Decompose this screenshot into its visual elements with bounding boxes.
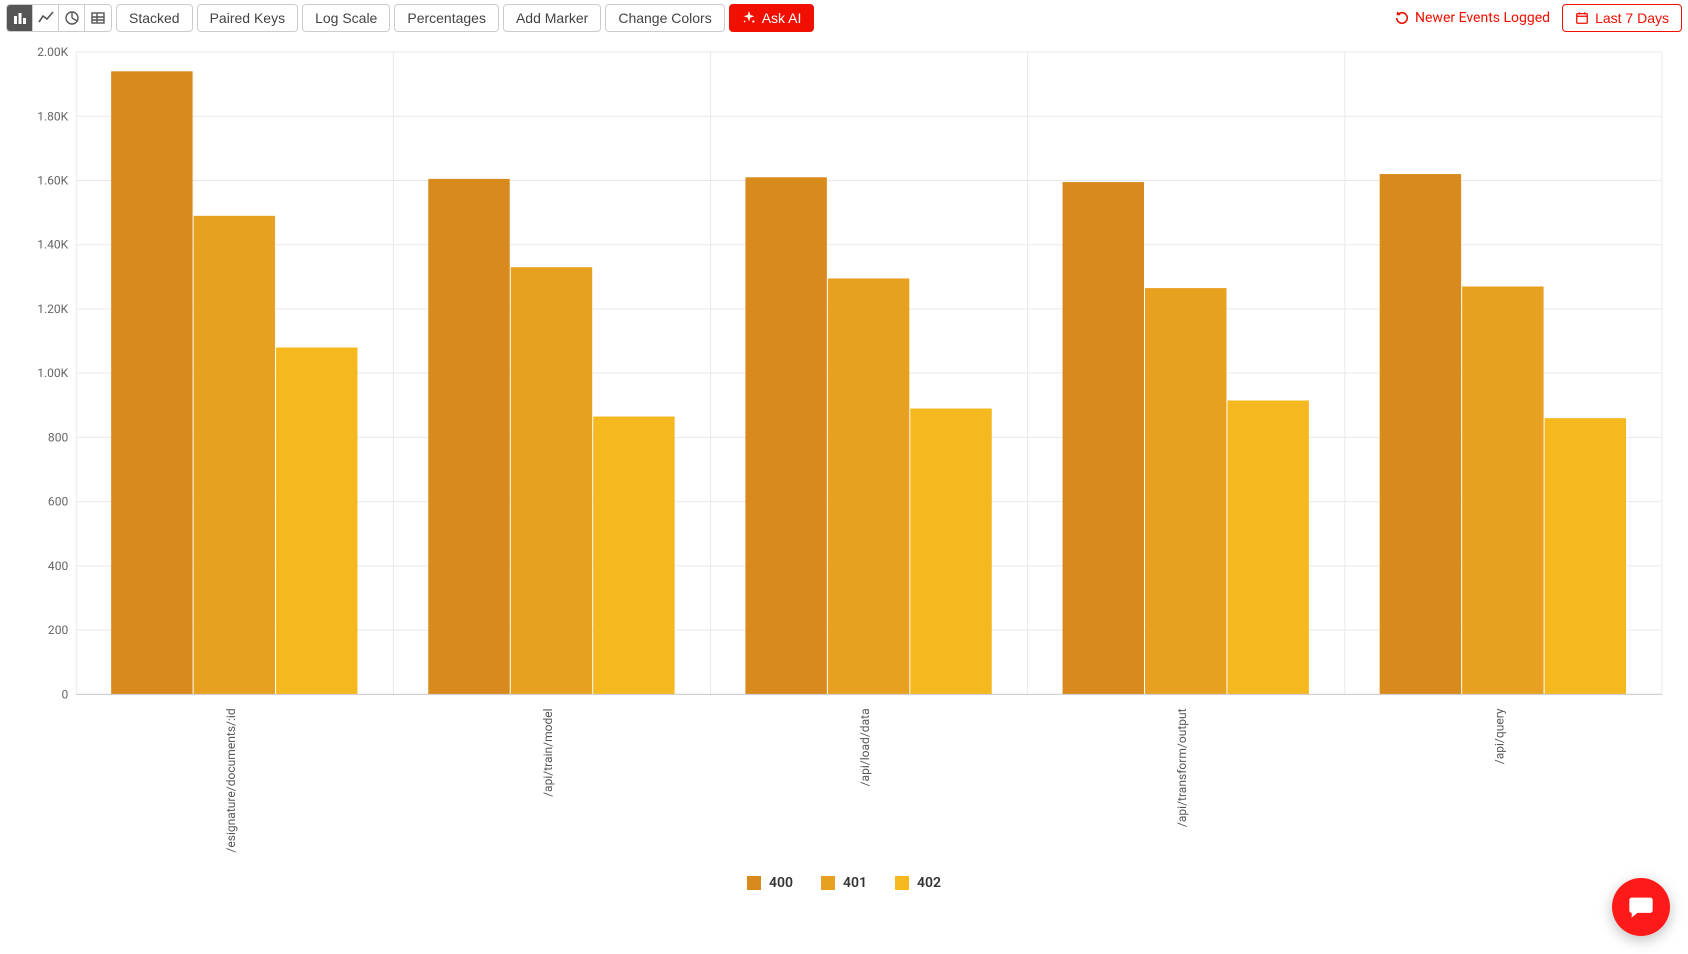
date-range-label: Last 7 Days <box>1595 10 1669 26</box>
chat-icon <box>1627 893 1655 921</box>
x-category-label: /api/load/data <box>858 708 872 786</box>
ask-ai-button[interactable]: Ask AI <box>729 4 815 32</box>
bar[interactable] <box>1145 288 1226 694</box>
bar[interactable] <box>593 417 674 695</box>
y-tick-label: 1.60K <box>37 174 68 188</box>
x-category-label: /api/query <box>1492 708 1506 764</box>
y-tick-label: 1.20K <box>37 302 68 316</box>
chart-area: 0 200 400 600 800 1.00K 1.20K 1.40K 1.60K 1.80K 2.… <box>6 42 1682 865</box>
x-category-label: /esignature/documents/:id <box>224 708 238 852</box>
ask-ai-label: Ask AI <box>762 10 802 26</box>
paired-keys-button[interactable]: Paired Keys <box>197 4 298 32</box>
date-range-button[interactable]: Last 7 Days <box>1562 4 1682 32</box>
bar-chart-icon[interactable] <box>7 5 33 31</box>
bar[interactable] <box>910 409 991 695</box>
bar[interactable] <box>511 267 592 694</box>
legend-swatch <box>895 876 909 890</box>
log-scale-button[interactable]: Log Scale <box>302 4 390 32</box>
y-tick-label: 400 <box>48 559 69 573</box>
bar[interactable] <box>1380 174 1461 694</box>
stacked-button[interactable]: Stacked <box>116 4 193 32</box>
legend-item[interactable]: 401 <box>821 875 867 891</box>
x-category-label: /api/transform/output <box>1175 708 1189 827</box>
y-tick-label: 1.80K <box>37 109 68 123</box>
line-chart-icon[interactable] <box>33 5 59 31</box>
y-tick-label: 0 <box>61 687 68 701</box>
bar[interactable] <box>276 347 357 694</box>
x-category-label: /api/train/model <box>541 708 555 797</box>
bar[interactable] <box>1462 286 1543 694</box>
y-tick-label: 800 <box>48 430 69 444</box>
bar[interactable] <box>745 177 826 694</box>
bar-chart: 0 200 400 600 800 1.00K 1.20K 1.40K 1.60K 1.80K 2.… <box>6 42 1682 865</box>
legend-item[interactable]: 402 <box>895 875 941 891</box>
sparkle-icon <box>742 11 756 25</box>
change-colors-button[interactable]: Change Colors <box>605 4 724 32</box>
bar[interactable] <box>194 216 275 695</box>
legend-label: 400 <box>769 875 793 891</box>
legend-label: 401 <box>843 875 867 891</box>
table-icon[interactable] <box>85 5 111 31</box>
legend-swatch <box>821 876 835 890</box>
y-tick-label: 600 <box>48 495 69 509</box>
legend-swatch <box>747 876 761 890</box>
y-tick-label: 200 <box>48 623 69 637</box>
bar[interactable] <box>1545 418 1626 694</box>
chart-type-switcher <box>6 4 112 32</box>
pie-chart-icon[interactable] <box>59 5 85 31</box>
newer-events-label: Newer Events Logged <box>1415 10 1550 26</box>
add-marker-button[interactable]: Add Marker <box>503 4 601 32</box>
y-tick-label: 1.00K <box>37 366 68 380</box>
bar[interactable] <box>828 278 909 694</box>
legend-label: 402 <box>917 875 941 891</box>
chart-legend: 400 401 402 <box>0 865 1688 899</box>
calendar-icon <box>1575 11 1589 25</box>
bar[interactable] <box>1063 182 1144 694</box>
y-tick-label: 1.40K <box>37 238 68 252</box>
percentages-button[interactable]: Percentages <box>394 4 499 32</box>
bar[interactable] <box>1227 400 1308 694</box>
bar[interactable] <box>111 71 192 694</box>
chat-fab-button[interactable] <box>1612 878 1670 936</box>
toolbar: Stacked Paired Keys Log Scale Percentage… <box>0 0 1688 36</box>
legend-item[interactable]: 400 <box>747 875 793 891</box>
bar[interactable] <box>428 179 509 694</box>
y-tick-label: 2.00K <box>37 45 68 59</box>
newer-events-link[interactable]: Newer Events Logged <box>1387 6 1558 30</box>
refresh-icon <box>1395 11 1409 25</box>
